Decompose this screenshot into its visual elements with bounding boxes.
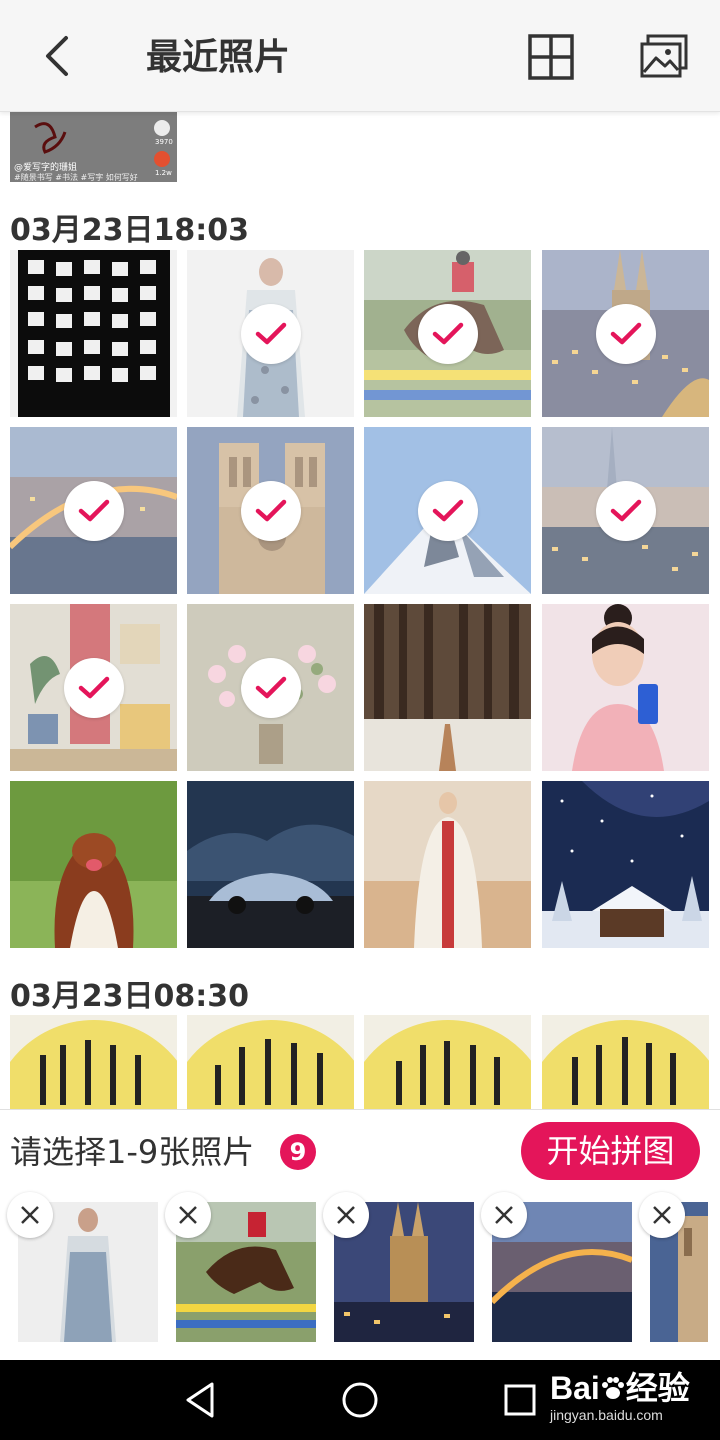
nav-back-button[interactable] (178, 1378, 222, 1422)
section-date-header: 03月23日18:03 (10, 213, 249, 248)
selected-checkmark[interactable] (595, 480, 656, 541)
photo-thumbnail[interactable] (10, 781, 177, 948)
photo-thumbnail[interactable] (364, 250, 531, 417)
close-icon (337, 1206, 355, 1224)
photo-thumbnail[interactable] (187, 604, 354, 771)
preview-stat-likes: 1.2w (155, 169, 172, 177)
forest-path-image (364, 604, 531, 771)
photo-thumbnail[interactable] (542, 1015, 709, 1109)
remove-photo-button[interactable] (481, 1192, 527, 1238)
remove-photo-button[interactable] (639, 1192, 685, 1238)
preview-stat-comments: 3970 (155, 138, 173, 146)
page-title: 最近照片 (146, 37, 291, 78)
chevron-left-icon (46, 36, 68, 76)
photo-thumbnail[interactable] (187, 250, 354, 417)
square-recents-icon (504, 1384, 536, 1416)
watermark-brand: Bai (550, 1370, 600, 1406)
close-icon (179, 1206, 197, 1224)
photo-thumbnail[interactable] (10, 427, 177, 594)
nav-home-button[interactable] (338, 1378, 382, 1422)
car-storm-image (187, 781, 354, 948)
remove-photo-button[interactable] (7, 1192, 53, 1238)
check-icon (255, 322, 286, 344)
photo-thumbnail[interactable] (364, 427, 531, 594)
remove-photo-button[interactable] (165, 1192, 211, 1238)
woman-phone-image (542, 604, 709, 771)
section-date-header: 03月23日08:30 (10, 979, 249, 1014)
start-collage-button[interactable]: 开始拼图 (521, 1122, 700, 1180)
check-icon (78, 499, 109, 521)
photo-thumbnail[interactable] (10, 250, 177, 417)
photo-grid-area[interactable]: @爱写字的珊姐 #随景书写 #书法 #写字 如何写好 3970 1.2w 03月… (0, 112, 720, 1109)
selection-panel: 请选择1-9张照片 9 开始拼图 (0, 1109, 720, 1360)
system-nav-bar: Bai 经验 jingyan.baidu.com (0, 1360, 720, 1440)
hanfu-woman-image (364, 781, 531, 948)
selected-checkmark[interactable] (240, 303, 301, 364)
grid-icon (528, 34, 574, 80)
photo-thumbnail[interactable] (187, 1015, 354, 1109)
photo-thumbnail[interactable] (364, 781, 531, 948)
gallery-icon (640, 34, 688, 78)
check-icon (432, 499, 463, 521)
close-icon (21, 1206, 39, 1224)
selection-hint: 请选择1-9张照片 (10, 1133, 255, 1171)
photo-thumbnail[interactable] (187, 427, 354, 594)
calligraphy-fan-image (187, 1015, 354, 1109)
calligraphy-fan-image (364, 1015, 531, 1109)
photo-thumbnail[interactable] (10, 604, 177, 771)
photo-thumbnail[interactable] (364, 1015, 531, 1109)
close-icon (495, 1206, 513, 1224)
watermark-url: jingyan.baidu.com (550, 1407, 663, 1423)
photo-thumbnail[interactable] (542, 604, 709, 771)
check-icon (255, 499, 286, 521)
collage-grid-button[interactable] (526, 32, 576, 82)
check-icon (610, 499, 641, 521)
calligraphy-fan-image (10, 1015, 177, 1109)
top-bar: 最近照片 (0, 0, 720, 112)
check-icon (610, 322, 641, 344)
triangle-back-icon (186, 1382, 214, 1418)
nav-recents-button[interactable] (498, 1378, 542, 1422)
album-button[interactable] (638, 32, 690, 82)
selected-checkmark[interactable] (417, 303, 478, 364)
close-icon (653, 1206, 671, 1224)
photo-thumbnail-preview[interactable]: @爱写字的珊姐 #随景书写 #书法 #写字 如何写好 3970 1.2w (10, 112, 177, 182)
photo-thumbnail[interactable] (10, 1015, 177, 1109)
selected-checkmark[interactable] (595, 303, 656, 364)
baidu-jingyan-watermark: Bai 经验 jingyan.baidu.com (550, 1370, 690, 1424)
photo-thumbnail[interactable] (542, 781, 709, 948)
check-icon (255, 676, 286, 698)
selected-checkmark[interactable] (240, 657, 301, 718)
selected-checkmark[interactable] (240, 480, 301, 541)
photo-thumbnail[interactable] (542, 250, 709, 417)
photo-thumbnail[interactable] (542, 427, 709, 594)
watermark-brand-cn: 经验 (625, 1370, 690, 1406)
dog-image (10, 781, 177, 948)
selected-checkmark[interactable] (63, 657, 124, 718)
calligraphy-fan-image (542, 1015, 709, 1109)
photo-thumbnail[interactable] (187, 781, 354, 948)
selected-checkmark[interactable] (417, 480, 478, 541)
selected-checkmark[interactable] (63, 480, 124, 541)
starry-cabin-image (542, 781, 709, 948)
calligraphy-image (10, 250, 177, 417)
check-icon (432, 322, 463, 344)
check-icon (78, 676, 109, 698)
selected-count-badge: 9 (280, 1134, 316, 1170)
remove-photo-button[interactable] (323, 1192, 369, 1238)
paw-icon (600, 1373, 626, 1399)
circle-home-icon (342, 1382, 378, 1418)
preview-tags: #随景书写 #书法 #写字 如何写好 (14, 173, 138, 182)
photo-thumbnail[interactable] (364, 604, 531, 771)
back-button[interactable] (30, 28, 86, 84)
